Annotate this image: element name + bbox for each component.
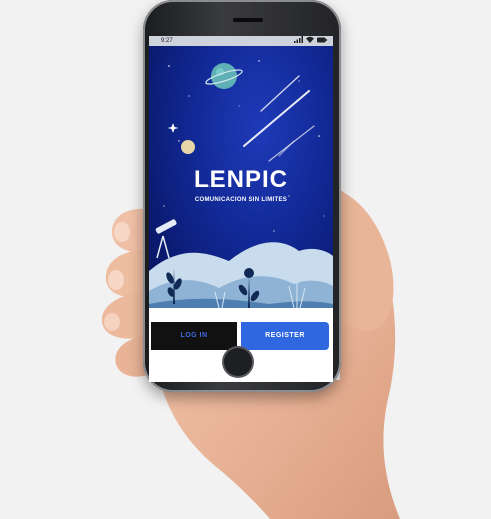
- planet-icon: [205, 63, 243, 89]
- register-button[interactable]: REGISTER: [241, 322, 329, 350]
- battery-icon: [317, 37, 327, 43]
- signal-icon: [293, 36, 303, 43]
- star-icon: [167, 123, 179, 133]
- phone-speaker: [233, 18, 263, 22]
- moon-icon: [181, 140, 195, 154]
- hero-night-sky: LENPIC COMUNICACION SIN LIMITES: [149, 46, 333, 318]
- phone-home-button[interactable]: [224, 348, 252, 376]
- app-screen: 9:27 LENPIC COMUNICACION SIN LIMITES LOG…: [149, 36, 333, 382]
- wifi-icon: [306, 36, 315, 43]
- status-time: 9:27: [161, 38, 173, 44]
- login-button[interactable]: LOG IN: [151, 322, 237, 350]
- app-title: LENPIC: [193, 166, 288, 193]
- shooting-stars: [243, 75, 315, 162]
- telescope-icon: [155, 219, 177, 259]
- status-bar: 9:27: [149, 36, 333, 46]
- app-subtitle: COMUNICACION SIN LIMITES: [194, 197, 288, 203]
